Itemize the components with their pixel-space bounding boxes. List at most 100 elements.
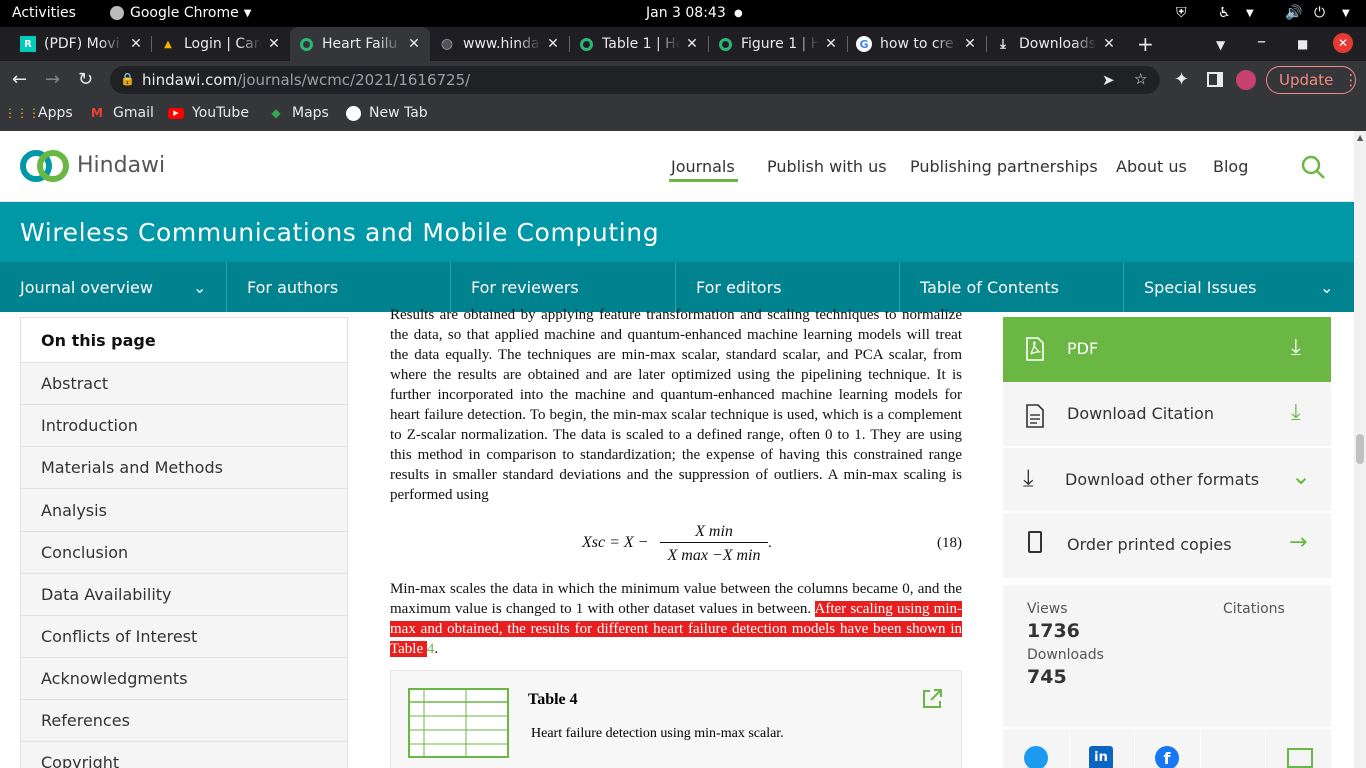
bookmark-gmail[interactable]: M Gmail: [89, 105, 154, 121]
toc-item-materials-and-methods[interactable]: Materials and Methods: [21, 447, 347, 489]
toc-item-conflicts-of-interest[interactable]: Conflicts of Interest: [21, 616, 347, 658]
journal-title[interactable]: Wireless Communications and Mobile Compu…: [20, 218, 659, 247]
document-icon: [1026, 404, 1044, 428]
send-tab-icon[interactable]: ➤: [1102, 71, 1115, 89]
browser-tab[interactable]: G how to cre ✕: [848, 27, 986, 61]
linkedin-icon[interactable]: in: [1089, 746, 1113, 768]
chevron-down-icon: ⌄: [1291, 462, 1312, 490]
nav-about-us[interactable]: About us: [1116, 157, 1187, 176]
bookmark-youtube[interactable]: ▶ YouTube: [168, 105, 249, 121]
forward-arrow-icon[interactable]: →: [45, 71, 60, 89]
close-icon[interactable]: ✕: [823, 36, 839, 52]
update-button[interactable]: Update ⋮: [1266, 66, 1358, 94]
close-icon[interactable]: ✕: [962, 36, 978, 52]
extensions-puzzle-icon[interactable]: ✦: [1174, 71, 1189, 89]
activities-button[interactable]: Activities: [12, 5, 76, 21]
tab-search-chevron-icon[interactable]: ▼: [1216, 36, 1225, 54]
browser-tab[interactable]: Table 1 | He ✕: [570, 27, 708, 61]
close-icon[interactable]: ✕: [684, 36, 700, 52]
close-icon[interactable]: ✕: [266, 36, 282, 52]
power-icon[interactable]: ⏻: [1314, 5, 1325, 21]
avatar[interactable]: [1236, 70, 1256, 90]
tab-strip: R (PDF) Movi ✕ ▲ Login | Care ✕ Heart Fa…: [0, 27, 1366, 61]
shield-icon[interactable]: ⛨: [1176, 5, 1187, 21]
browser-tab[interactable]: ⤓ Downloads ✕: [987, 27, 1125, 61]
email-icon[interactable]: [1287, 748, 1313, 768]
close-icon[interactable]: ✕: [545, 36, 561, 52]
download-citation-label: Download Citation: [1067, 404, 1214, 423]
hindawi-logo[interactable]: Hindawi: [20, 147, 170, 187]
facebook-icon[interactable]: f: [1155, 746, 1179, 768]
browser-tab-active[interactable]: Heart Failu ✕: [290, 27, 430, 61]
browser-tab[interactable]: ◍ www.hinda ✕: [431, 27, 569, 61]
app-menu[interactable]: Google Chrome ▼: [110, 5, 251, 21]
toc-item-references[interactable]: References: [21, 700, 347, 742]
page-scrollbar[interactable]: ▲: [1354, 131, 1366, 768]
bookmark-star-icon[interactable]: ☆: [1134, 70, 1147, 88]
close-icon[interactable]: ✕: [406, 36, 422, 52]
tab-title: Heart Failu: [322, 36, 398, 52]
equation-numerator: X min: [660, 522, 768, 543]
apps-grid-icon: ⋮⋮⋮: [4, 106, 40, 120]
toc-item-data-availability[interactable]: Data Availability: [21, 574, 347, 616]
open-external-icon[interactable]: [921, 688, 943, 710]
bookmark-label: Apps: [38, 105, 73, 121]
volume-icon[interactable]: 🔊: [1285, 5, 1302, 21]
minimize-icon[interactable]: –: [1257, 33, 1266, 51]
pdf-label: PDF: [1067, 339, 1099, 358]
nav-publish-with-us[interactable]: Publish with us: [767, 157, 887, 176]
clock[interactable]: Jan 3 08:43: [646, 5, 726, 21]
toc-item-acknowledgments[interactable]: Acknowledgments: [21, 658, 347, 700]
window-close-icon[interactable]: ✕: [1333, 33, 1353, 53]
subnav-label: For editors: [696, 277, 782, 297]
share-divider: [1265, 729, 1266, 768]
download-citation-button[interactable]: Download Citation ⤓: [1003, 382, 1331, 448]
accessibility-icon[interactable]: ♿: [1218, 5, 1231, 21]
equation-lhs: Xsc = X −: [582, 534, 649, 551]
browser-tab[interactable]: Figure 1 | H ✕: [709, 27, 847, 61]
close-icon[interactable]: ✕: [128, 36, 144, 52]
address-bar[interactable]: 🔒 hindawi.com/journals/wcmc/2021/1616725…: [110, 66, 1160, 94]
toc-item-conclusion[interactable]: Conclusion: [21, 532, 347, 574]
update-label: Update: [1279, 71, 1334, 89]
download-other-formats-button[interactable]: ⤓ Download other formats ⌄: [1003, 448, 1331, 513]
download-icon: ⤓: [1291, 400, 1301, 425]
maximize-icon[interactable]: ■: [1297, 35, 1308, 53]
browser-tab[interactable]: R (PDF) Movi ✕: [12, 27, 152, 61]
subnav-label: Special Issues: [1144, 277, 1257, 297]
toc-item-analysis[interactable]: Analysis: [21, 490, 347, 532]
scrollbar-thumb[interactable]: [1356, 434, 1364, 464]
url-text: hindawi.com/journals/wcmc/2021/1616725/: [142, 71, 471, 89]
nav-publishing-partnerships[interactable]: Publishing partnerships: [910, 157, 1098, 176]
nav-journals[interactable]: Journals: [671, 157, 735, 176]
pdf-download-button[interactable]: PDF ⤓: [1003, 317, 1331, 382]
reload-icon[interactable]: ↻: [78, 71, 93, 89]
twitter-icon[interactable]: [1024, 746, 1048, 768]
equation-label: (18): [937, 535, 962, 551]
table-thumbnail-icon: [408, 688, 509, 758]
back-arrow-icon[interactable]: ←: [12, 71, 27, 89]
logo-text: Hindawi: [77, 153, 166, 178]
bookmark-apps[interactable]: ⋮⋮⋮ Apps: [4, 105, 73, 121]
new-tab-plus-icon[interactable]: +: [1137, 34, 1154, 54]
subnav-journal-overview[interactable]: Journal overview ⌄: [0, 262, 227, 312]
bookmark-maps[interactable]: ◆ Maps: [268, 105, 329, 121]
browser-tab[interactable]: ▲ Login | Care ✕: [152, 27, 290, 61]
sidepanel-icon[interactable]: [1207, 72, 1223, 87]
gmail-icon: M: [91, 106, 103, 120]
download-icon: ⤓: [1023, 464, 1034, 492]
search-icon[interactable]: [1300, 154, 1326, 180]
toc-item-introduction[interactable]: Introduction: [21, 405, 347, 447]
hindawi-icon: [298, 36, 314, 52]
bookmark-label: Maps: [292, 105, 329, 121]
table-preview-card[interactable]: Table 4 Heart failure detection using mi…: [390, 670, 962, 768]
bookmark-label: Gmail: [113, 105, 154, 121]
toc-item-copyright[interactable]: Copyright: [21, 742, 347, 768]
nav-blog[interactable]: Blog: [1213, 157, 1248, 176]
scroll-up-icon[interactable]: ▲: [1357, 133, 1363, 142]
subnav-special-issues[interactable]: Special Issues ⌄: [1124, 262, 1354, 312]
bookmark-new-tab[interactable]: New Tab: [345, 105, 428, 121]
toc-item-abstract[interactable]: Abstract: [21, 363, 347, 405]
order-printed-copies-button[interactable]: Order printed copies →: [1003, 513, 1331, 578]
close-icon[interactable]: ✕: [1101, 36, 1117, 52]
